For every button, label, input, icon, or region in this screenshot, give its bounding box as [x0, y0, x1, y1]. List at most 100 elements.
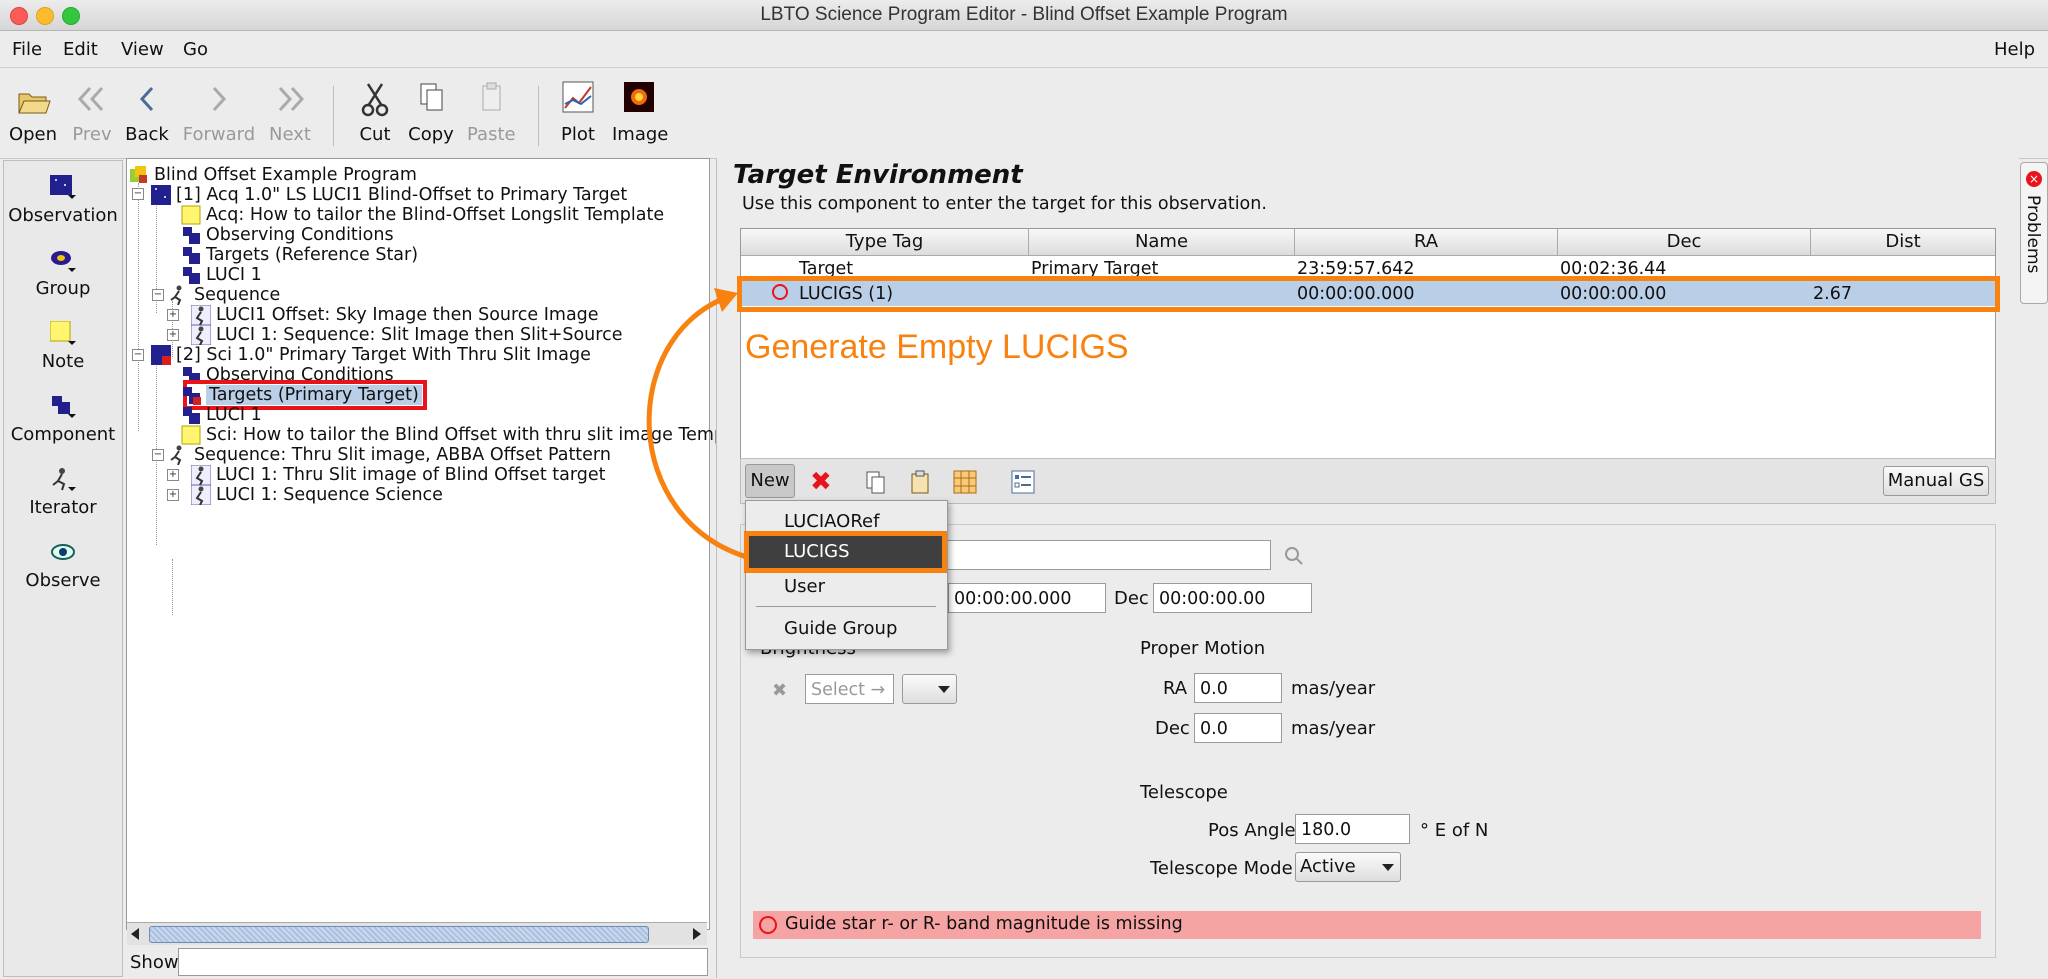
component-icon [50, 394, 76, 418]
expand-toggle[interactable]: + [167, 309, 179, 321]
expand-toggle[interactable]: + [167, 329, 179, 341]
expand-toggle[interactable]: + [167, 489, 179, 501]
new-dropdown-menu: LUCIAORef LUCIGS User Guide Group [745, 500, 948, 650]
copy-button[interactable]: Copy [407, 78, 455, 145]
observation-icon [50, 175, 76, 199]
scroll-thumb[interactable] [149, 926, 649, 943]
image-label: Image [612, 124, 669, 145]
menu-item-guide-group[interactable]: Guide Group [784, 618, 897, 639]
group-icon [50, 248, 76, 272]
palette-note-label: Note [41, 351, 85, 372]
tree-label: Acq: How to tailor the Blind-Offset Long… [206, 205, 665, 225]
close-window-button[interactable] [10, 7, 28, 25]
tree-label: LUCI 1: Sequence: Slit Image then Slit+S… [216, 325, 623, 345]
telescope-mode-value: Active [1300, 856, 1356, 877]
telescope-mode-select[interactable]: Active [1295, 852, 1401, 882]
pm-dec-field[interactable]: 0.0 [1194, 713, 1282, 743]
forward-button[interactable]: Forward [182, 78, 256, 145]
collapse-toggle[interactable]: − [152, 449, 164, 461]
tree-label: Blind Offset Example Program [154, 165, 417, 185]
column-header[interactable]: Dist [1811, 229, 1995, 256]
plot-button[interactable]: Plot [558, 78, 598, 145]
component-icon [183, 227, 200, 244]
pos-angle-field[interactable]: 180.0 [1295, 814, 1410, 844]
name-field[interactable] [939, 540, 1271, 570]
component-error-icon [183, 387, 201, 405]
cut-button[interactable]: Cut [355, 78, 395, 145]
collapse-toggle[interactable]: − [132, 349, 144, 361]
ra-field[interactable]: 00:00:00.000 [948, 583, 1106, 613]
paste-label: Paste [467, 124, 516, 145]
back-button[interactable]: Back [124, 78, 170, 145]
palette-component-label: Component [10, 424, 116, 445]
palette-iterator[interactable]: Iterator [4, 467, 122, 518]
tree-label: [1] Acq 1.0" LS LUCI1 Blind-Offset to Pr… [176, 185, 628, 205]
copy-icon[interactable] [864, 469, 888, 495]
palette-component[interactable]: Component [4, 394, 122, 445]
grid-icon[interactable] [952, 469, 978, 495]
scroll-left-arrow-icon[interactable] [131, 928, 139, 940]
folder-open-icon [18, 93, 51, 114]
pm-ra-field[interactable]: 0.0 [1194, 673, 1282, 703]
menu-separator [756, 606, 936, 607]
chevron-down-icon [1382, 864, 1394, 871]
title-bar: LBTO Science Program Editor - Blind Offs… [0, 0, 2048, 31]
menu-help[interactable]: Help [1994, 39, 2035, 60]
show-filter-input[interactable] [178, 948, 708, 976]
paste-icon[interactable] [908, 469, 932, 495]
next-button[interactable]: Next [268, 78, 312, 145]
delete-icon[interactable]: ✖ [810, 469, 832, 495]
tree-label: LUCI 1 [206, 265, 262, 285]
warning-text: Guide star r- or R- band magnitude is mi… [785, 914, 1183, 934]
column-header[interactable]: Type Tag [741, 229, 1029, 256]
column-header[interactable]: Name [1029, 229, 1295, 256]
menu-edit[interactable]: Edit [63, 39, 98, 60]
list-icon[interactable] [1010, 469, 1036, 495]
star-image-icon [624, 82, 654, 112]
open-button[interactable]: Open [8, 78, 58, 145]
palette-observation[interactable]: Observation [4, 175, 122, 226]
palette-group-label: Group [35, 278, 91, 299]
menu-item-user[interactable]: User [784, 576, 825, 597]
palette-group[interactable]: Group [4, 248, 122, 299]
tree-label: Sequence: Thru Slit image, ABBA Offset P… [194, 445, 611, 465]
collapse-toggle[interactable]: − [152, 289, 164, 301]
chevron-down-icon [938, 686, 950, 693]
plot-icon [562, 81, 594, 113]
component-icon [183, 247, 200, 264]
image-button[interactable]: Image [612, 78, 669, 145]
manual-gs-button[interactable]: Manual GS [1883, 466, 1989, 496]
panel-title: Target Environment [733, 160, 1023, 190]
menu-view[interactable]: View [121, 39, 164, 60]
dec-field[interactable]: 00:00:00.00 [1153, 583, 1312, 613]
scroll-right-arrow-icon[interactable] [693, 928, 701, 940]
prev-button[interactable]: Prev [70, 78, 114, 145]
problems-side-tab[interactable]: × Problems [2020, 162, 2048, 304]
paste-button[interactable]: Paste [467, 78, 516, 145]
pm-ra-unit: mas/year [1291, 678, 1376, 699]
menu-go[interactable]: Go [183, 39, 208, 60]
component-icon [183, 407, 200, 424]
window-title: LBTO Science Program Editor - Blind Offs… [760, 4, 1288, 25]
tree-horizontal-scrollbar[interactable] [127, 922, 707, 945]
search-icon[interactable] [1284, 546, 1304, 566]
band-dropdown[interactable] [902, 674, 957, 704]
chevron-left-icon [139, 86, 154, 112]
palette-note[interactable]: Note [4, 320, 122, 372]
expand-toggle[interactable]: + [167, 469, 179, 481]
minimize-window-button[interactable] [36, 7, 54, 25]
warning-circle-icon [759, 916, 777, 934]
remove-brightness-icon[interactable]: ✖ [772, 680, 787, 701]
collapse-toggle[interactable]: − [132, 188, 144, 200]
tree-label: [2] Sci 1.0" Primary Target With Thru Sl… [176, 345, 591, 365]
palette-observe[interactable]: Observe [4, 540, 122, 591]
zoom-window-button[interactable] [62, 7, 80, 25]
pos-angle-label: Pos Angle [1208, 820, 1296, 841]
telescope-label: Telescope [1140, 782, 1228, 803]
column-header[interactable]: Dec [1558, 229, 1811, 256]
tree-item-luci1-sequence-science[interactable]: LUCI 1: Sequence Science [191, 483, 443, 507]
column-header[interactable]: RA [1295, 229, 1558, 256]
menu-item-luciaoref[interactable]: LUCIAORef [784, 511, 879, 532]
menu-file[interactable]: File [12, 39, 42, 60]
brightness-select[interactable]: Select → [805, 674, 894, 704]
